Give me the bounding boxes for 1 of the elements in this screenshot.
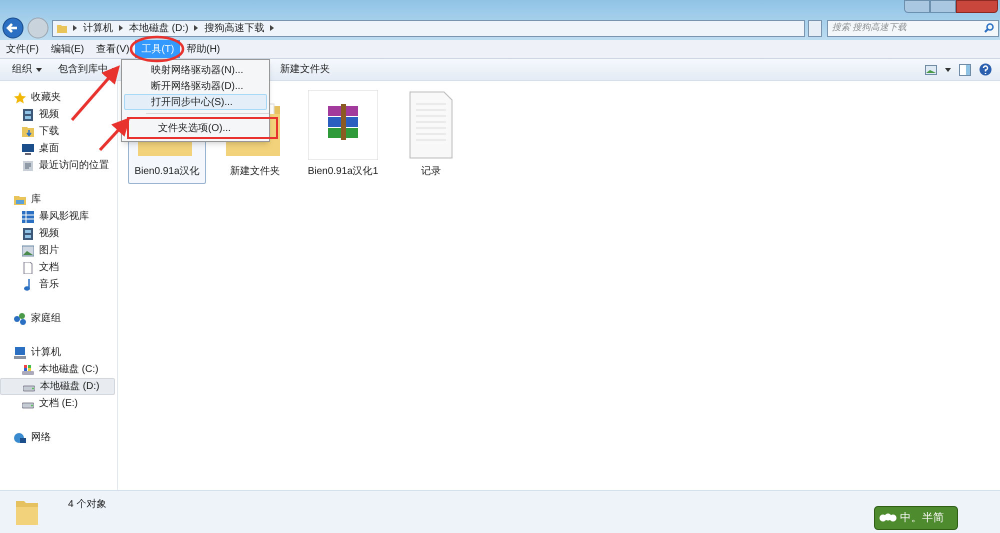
status-text: 4 个对象 [68,498,106,512]
